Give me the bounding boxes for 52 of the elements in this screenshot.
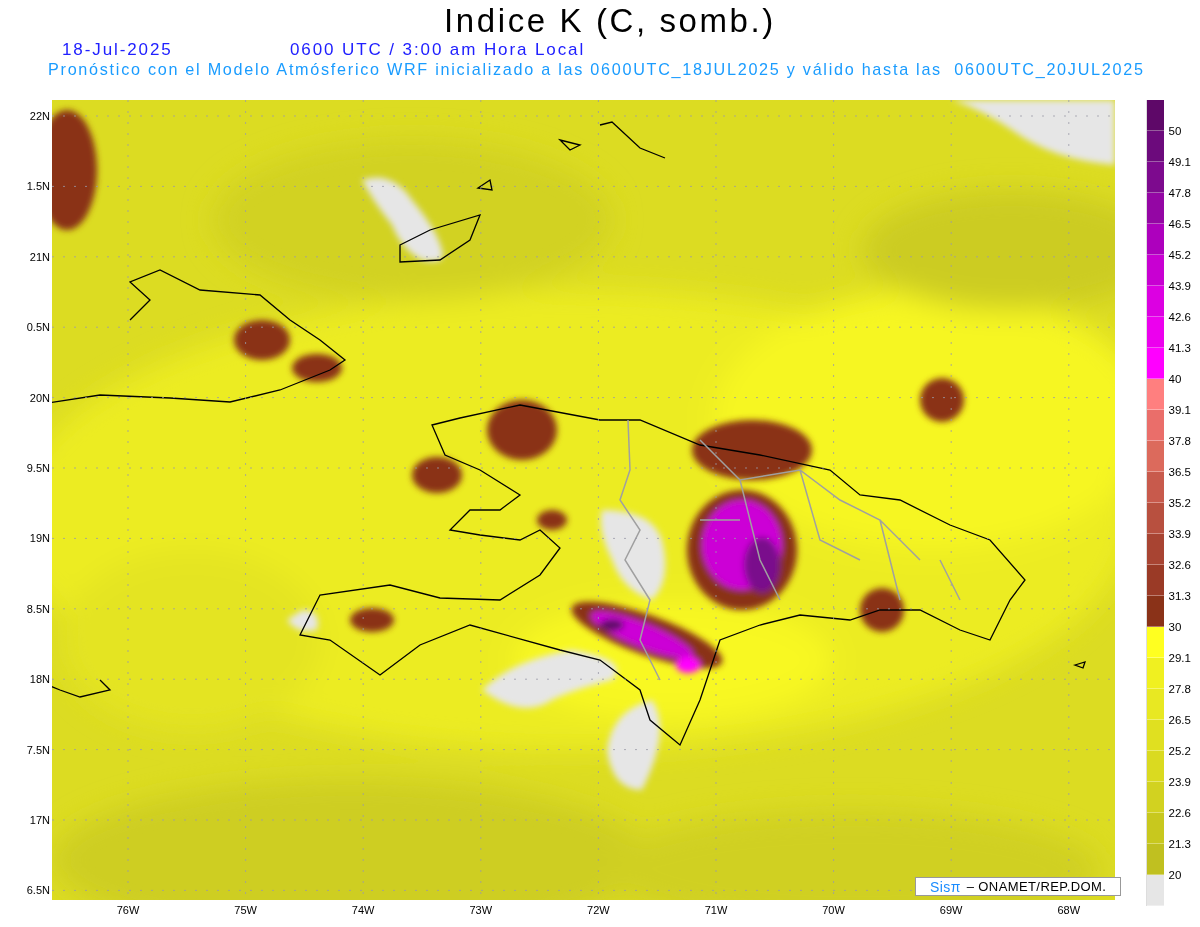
latitude-label: 7.5N: [26, 742, 51, 757]
latitude-label: 21N: [29, 249, 51, 264]
longitude-label: 74W: [350, 904, 376, 916]
longitude-label: 75W: [233, 904, 258, 916]
longitude-label: 70W: [821, 904, 846, 916]
map-title: Indice K (C, somb.): [443, 1, 777, 40]
latitude-label: 18N: [29, 672, 51, 687]
latitude-label: 0.5N: [26, 320, 51, 335]
scale-label: 41.3: [1167, 341, 1191, 355]
latitude-label: 8.5N: [26, 601, 51, 616]
credit-label: – ONAMET/REP.DOM.: [966, 879, 1107, 894]
latitude-label: 20N: [29, 390, 51, 405]
forecast-time: 0600 UTC / 3:00 am Hora Local: [290, 40, 586, 60]
scale-label: 42.6: [1167, 310, 1191, 324]
longitude-label: 71W: [703, 904, 729, 916]
latitude-label: 6.5N: [26, 883, 51, 898]
scale-label: 20: [1167, 868, 1182, 882]
latitude-label: 19N: [29, 531, 51, 546]
scale-label: 30: [1167, 620, 1182, 634]
scale-label: 35.2: [1167, 496, 1191, 510]
scale-label: 36.5: [1167, 465, 1191, 479]
latitude-label: 9.5N: [26, 460, 51, 475]
scale-label: 45.2: [1167, 248, 1191, 262]
scale-label: 37.8: [1167, 434, 1191, 448]
longitude-label: 72W: [586, 904, 611, 916]
scale-label: 29.1: [1167, 651, 1191, 665]
scale-label: 49.1: [1167, 155, 1191, 169]
longitude-label: 76W: [115, 904, 141, 916]
scale-label: 22.6: [1167, 806, 1191, 820]
brand-label: Sisπ: [930, 878, 961, 895]
scale-label: 23.9: [1167, 775, 1191, 789]
longitude-label: 68W: [1056, 904, 1082, 916]
latitude-label: 1.5N: [26, 179, 51, 194]
latitude-label: 17N: [29, 812, 51, 827]
scale-label: 31.3: [1167, 589, 1191, 603]
scale-label: 25.2: [1167, 744, 1191, 758]
forecast-description: Pronóstico con el Modelo Atmósferico WRF inicializado a las 0600UTC_18JUL2025 y válido hasta las 0600UTC_20JUL2025: [47, 60, 1145, 78]
longitude-label: 73W: [468, 904, 494, 916]
scale-label: 32.6: [1167, 558, 1191, 572]
scale-label: 50: [1167, 124, 1182, 138]
scale-label: 46.5: [1167, 217, 1191, 231]
latitude-label: 22N: [29, 109, 51, 123]
scale-label: 21.3: [1167, 837, 1191, 851]
scale-label: 39.1: [1167, 403, 1191, 417]
scale-label: 40: [1167, 372, 1182, 386]
scale-label: 43.9: [1167, 279, 1191, 293]
scale-label: 47.8: [1167, 186, 1191, 200]
scale-label: 27.8: [1167, 682, 1191, 696]
scale-label: 26.5: [1167, 713, 1191, 727]
longitude-label: 69W: [938, 904, 964, 916]
scale-label: 33.9: [1167, 527, 1191, 541]
forecast-date: 18-Jul-2025: [62, 40, 174, 60]
